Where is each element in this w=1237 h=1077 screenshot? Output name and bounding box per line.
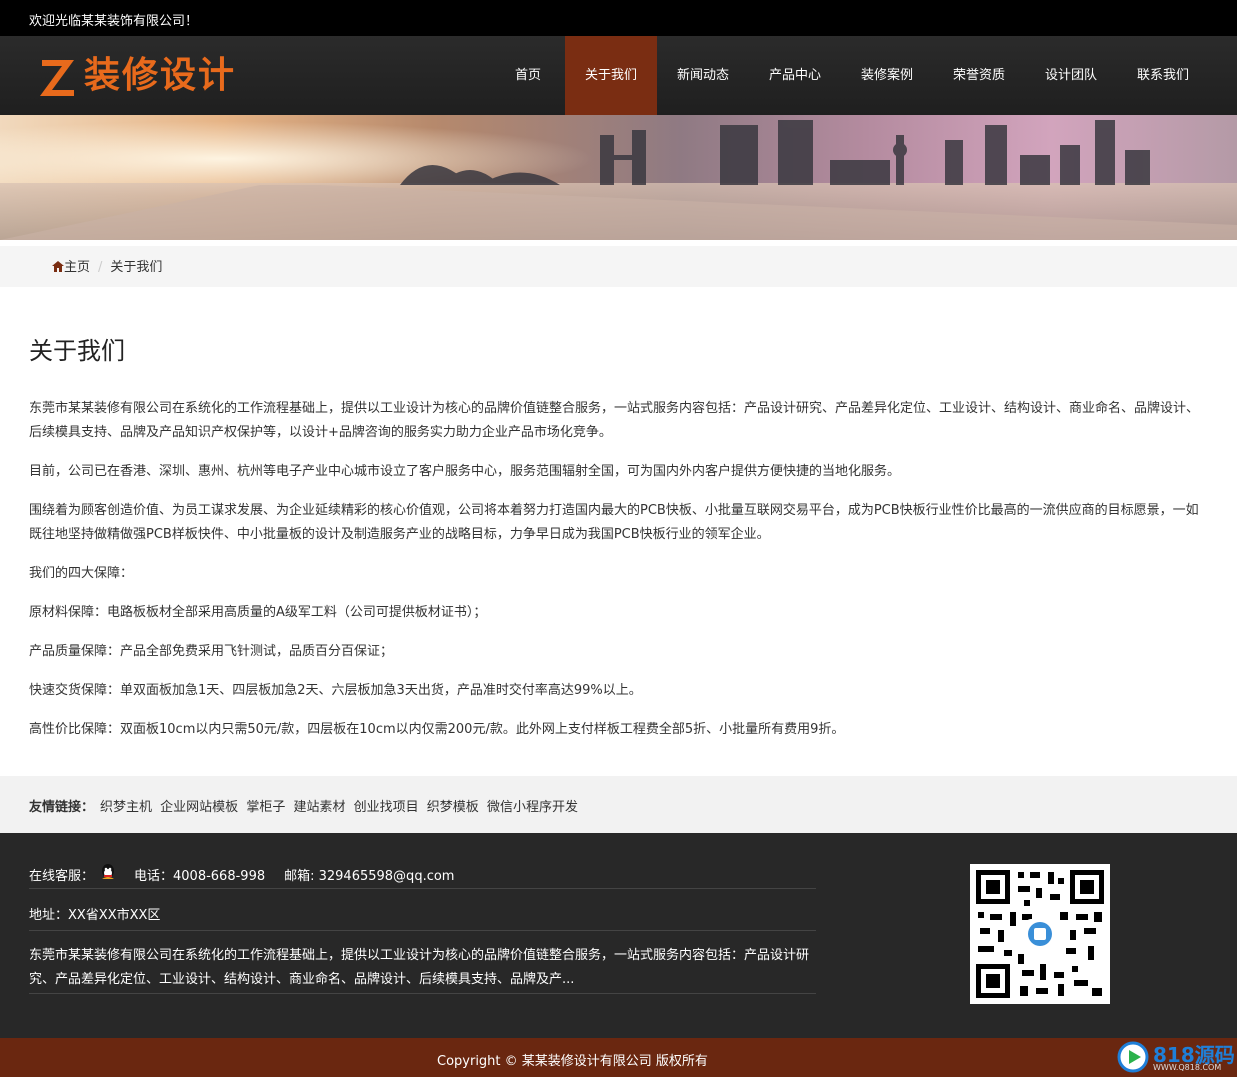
content-paragraph: 原材料保障：电路板板材全部采用高质量的A级军工料（公司可提供板材证书）； <box>29 605 487 620</box>
qr-code-image <box>970 864 1110 1004</box>
content-paragraph: 产品质量保障：产品全部免费采用飞针测试，品质百分百保证； <box>29 644 394 659</box>
city-skyline-graphic <box>0 115 1237 240</box>
nav-home[interactable]: 首页 <box>482 36 574 115</box>
content-paragraph: 围绕着为顾客创造价值、为员工谋求发展、为企业延续精彩的核心价值观，公司将本着努力… <box>29 503 1199 542</box>
breadcrumb-current: 关于我们 <box>110 260 163 275</box>
footer-address-row: 地址：XX省XX市XX区 <box>29 904 816 931</box>
about-content: 东莞市某某装修有限公司在系统化的工作流程基础上，提供以工业设计为核心的品牌价值链… <box>29 397 1205 757</box>
footer-address: 地址：XX省XX市XX区 <box>29 908 161 923</box>
content-paragraph: 高性价比保障：双面板10cm以内只需50元/款，四层板在10cm以内仅需200元… <box>29 722 845 737</box>
friend-link[interactable]: 掌柜子 <box>246 800 285 815</box>
play-icon <box>1117 1041 1149 1073</box>
friend-links-bar: 友情链接： 织梦主机 企业网站模板 掌柜子 建站素材 创业找项目 织梦模板 微信小… <box>0 776 1237 833</box>
nav-contact[interactable]: 联系我们 <box>1117 36 1209 115</box>
friend-link[interactable]: 织梦主机 <box>100 800 152 815</box>
nav-honors[interactable]: 荣誉资质 <box>933 36 1025 115</box>
content-paragraph: 目前，公司已在香港、深圳、惠州、杭州等电子产业中心城市设立了客户服务中心，服务范… <box>29 464 901 479</box>
logo-z-icon <box>40 60 74 96</box>
content-paragraph: 我们的四大保障： <box>29 566 134 581</box>
nav-team[interactable]: 设计团队 <box>1025 36 1117 115</box>
footer-email: 邮箱: 329465598@qq.com <box>284 869 455 884</box>
content-paragraph: 快速交货保障：单双面板加急1天、四层板加急2天、六层板加急3天出货，产品准时交付… <box>29 683 642 698</box>
site-logo[interactable]: 装修设计 <box>38 50 268 102</box>
breadcrumb-home[interactable]: 主页 <box>64 260 90 275</box>
footer-contact-row: 在线客服： 电话：4008-668-998 邮箱: 329465598@qq.com <box>29 862 816 889</box>
copyright-bar: Copyright © 某某装修设计有限公司 版权所有 <box>0 1038 1237 1077</box>
nav-news[interactable]: 新闻动态 <box>657 36 749 115</box>
friend-link[interactable]: 微信小程序开发 <box>487 800 578 815</box>
navbar: 装修设计 首页 关于我们 新闻动态 产品中心 装修案例 荣誉资质 设计团队 联系… <box>0 36 1237 115</box>
friend-link[interactable]: 织梦模板 <box>427 800 479 815</box>
breadcrumb-bar: 主页 / 关于我们 <box>0 246 1237 287</box>
breadcrumb-separator: / <box>98 260 103 275</box>
banner-image <box>0 115 1237 240</box>
nav-cases[interactable]: 装修案例 <box>841 36 933 115</box>
welcome-text: 欢迎光临某某装饰有限公司！ <box>29 14 199 29</box>
online-service-label: 在线客服： <box>29 869 95 884</box>
copyright-text: Copyright © 某某装修设计有限公司 版权所有 <box>437 1054 708 1069</box>
footer: 在线客服： 电话：4008-668-998 邮箱: 329465598@qq.com… <box>0 833 1237 1038</box>
page-title: 关于我们 <box>29 337 125 365</box>
nav-products[interactable]: 产品中心 <box>749 36 841 115</box>
top-bar: 欢迎光临某某装饰有限公司！ <box>0 0 1237 36</box>
friend-link[interactable]: 企业网站模板 <box>160 800 238 815</box>
friend-links-label: 友情链接： <box>29 800 95 815</box>
breadcrumb: 主页 / 关于我们 <box>52 256 162 275</box>
watermark-logo: 818源码 WWW.Q818.COM <box>1117 1039 1235 1075</box>
home-icon <box>52 261 64 272</box>
nav-about[interactable]: 关于我们 <box>565 36 657 115</box>
footer-intro: 东莞市某某装修有限公司在系统化的工作流程基础上，提供以工业设计为核心的品牌价值链… <box>29 948 810 987</box>
qq-icon[interactable] <box>98 862 118 882</box>
watermark-subtext: WWW.Q818.COM <box>1153 1063 1222 1072</box>
friend-link[interactable]: 创业找项目 <box>354 800 419 815</box>
footer-intro-row: 东莞市某某装修有限公司在系统化的工作流程基础上，提供以工业设计为核心的品牌价值链… <box>29 944 816 994</box>
logo-text: 装修设计 <box>84 55 237 96</box>
footer-phone: 电话：4008-668-998 <box>134 869 266 884</box>
content-paragraph: 东莞市某某装修有限公司在系统化的工作流程基础上，提供以工业设计为核心的品牌价值链… <box>29 401 1200 440</box>
friend-link[interactable]: 建站素材 <box>293 800 345 815</box>
